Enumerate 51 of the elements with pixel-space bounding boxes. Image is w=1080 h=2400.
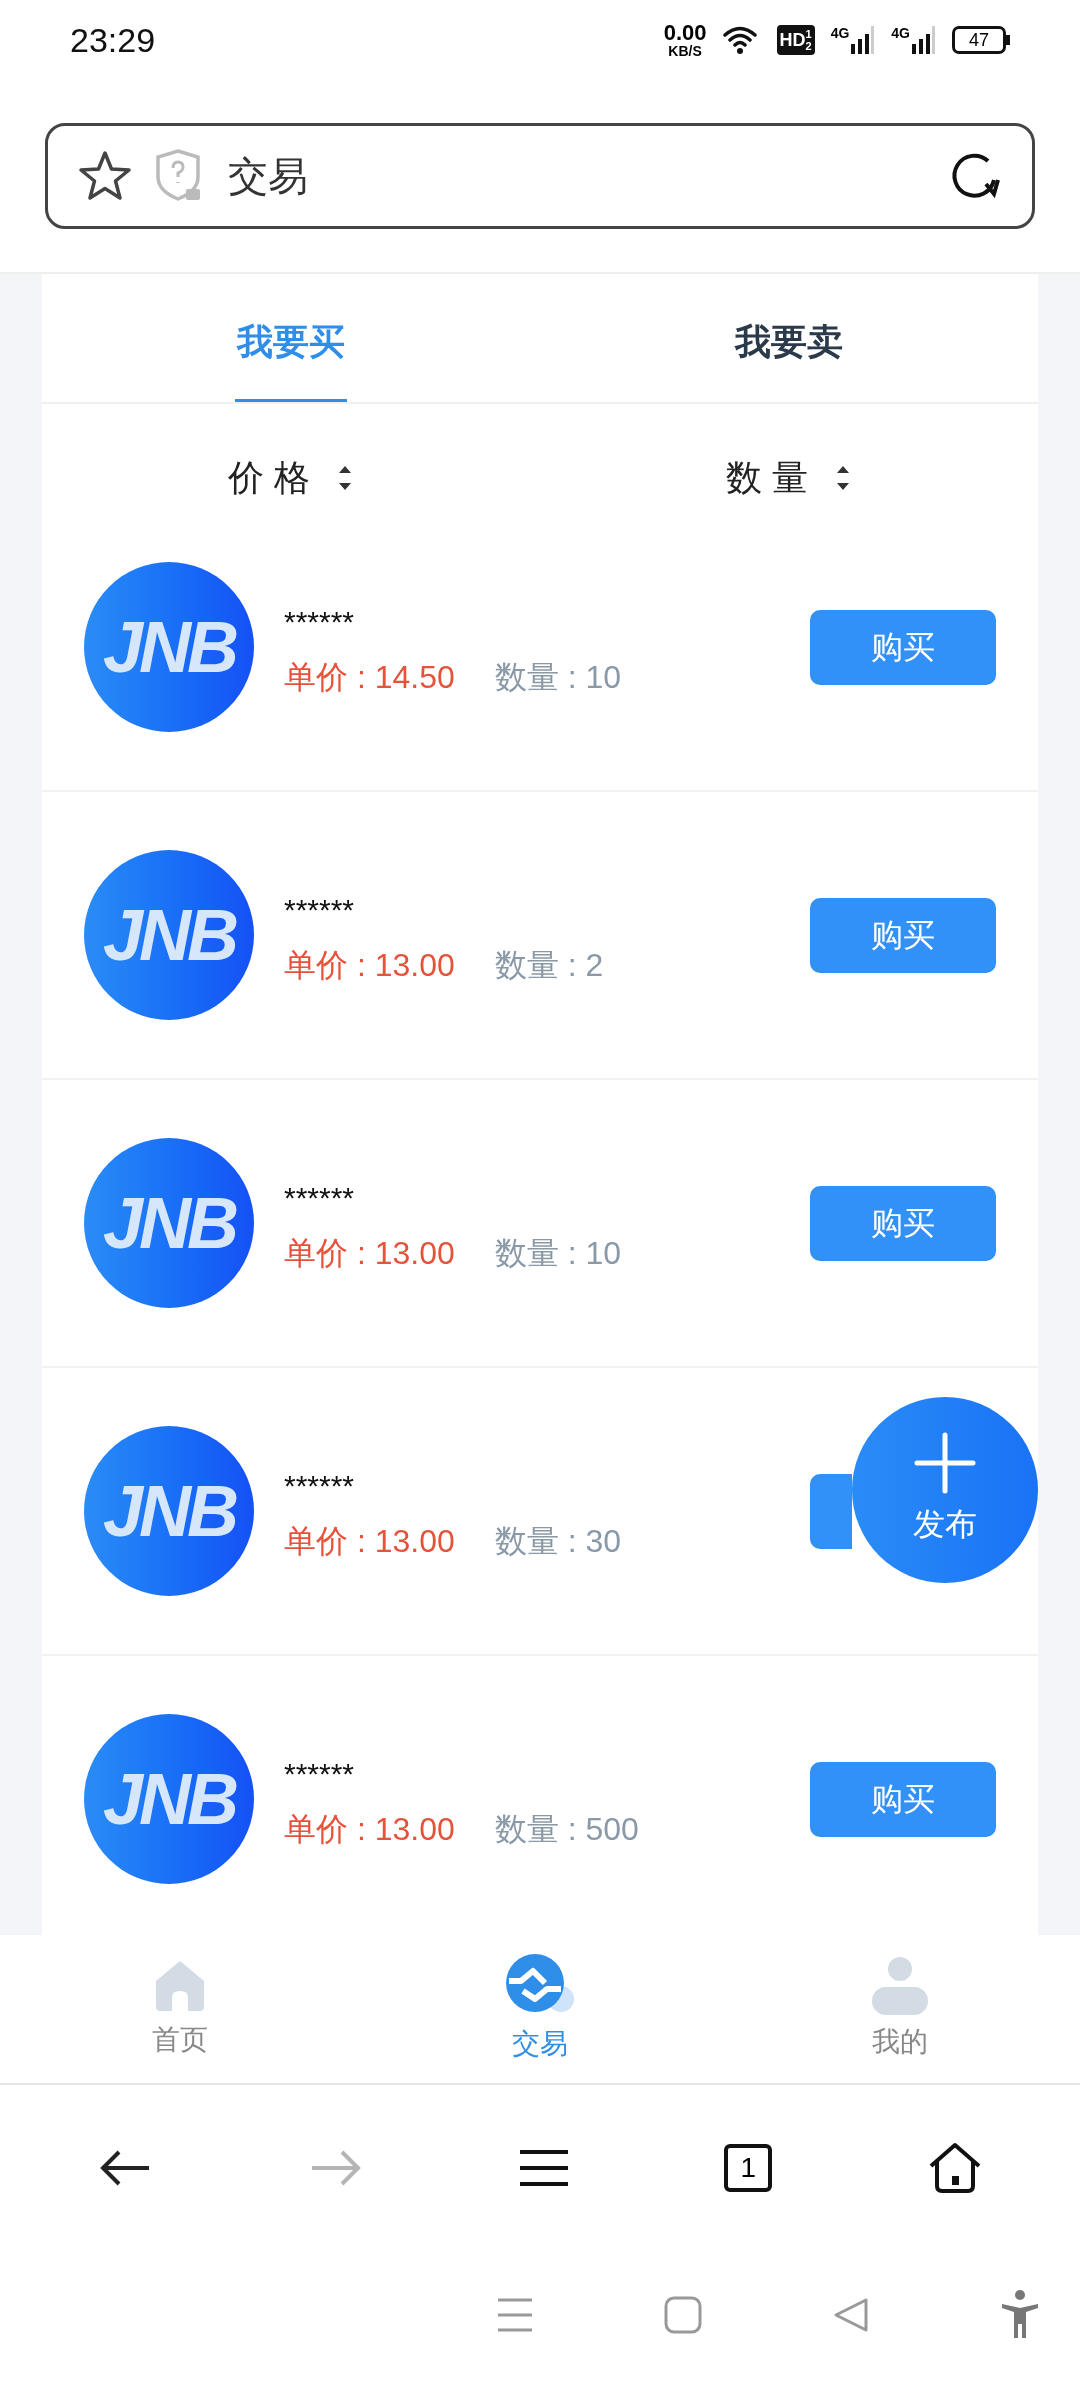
coin-logo: JNB — [84, 562, 254, 732]
status-time: 23:29 — [70, 19, 156, 61]
sort-label[interactable]: 数 量 — [726, 451, 808, 505]
quantity: 数量 : 500 — [494, 1810, 639, 1849]
buy-button[interactable]: 购买 — [810, 609, 996, 685]
buy-button[interactable]: 购买 — [810, 1185, 996, 1261]
star-icon[interactable] — [78, 150, 132, 202]
network-speed-unit: KB/S — [668, 44, 702, 58]
address-bar[interactable]: 交易 — [45, 123, 1035, 229]
signal-icon — [912, 26, 936, 54]
buy-button[interactable]: 购买 — [810, 897, 996, 973]
buy-button[interactable]: 购买 — [810, 1761, 996, 1837]
unit-price: 单价 : 13.00 — [284, 946, 455, 985]
nav-tab[interactable]: 首页 — [0, 1935, 360, 2083]
page-title: 交易 — [228, 153, 309, 200]
person-icon — [872, 1955, 928, 2015]
battery-indicator: 47 — [952, 26, 1006, 54]
quantity: 数量 : 2 — [494, 946, 604, 985]
plus-icon — [914, 1432, 976, 1494]
seller-name: ****** — [284, 1759, 356, 1789]
tab-count[interactable]: 1 — [724, 2143, 773, 2192]
unit-price: 单价 : 13.00 — [284, 1522, 455, 1561]
nav-tab[interactable]: 我的 — [720, 1935, 1080, 2083]
nav-tab[interactable]: 交易 — [360, 1935, 720, 2083]
coin-logo: JNB — [84, 1426, 254, 1596]
unit-price: 单价 : 13.00 — [284, 1810, 455, 1849]
network-speed: 0.00 — [663, 22, 707, 44]
tab[interactable]: 我要买 — [235, 274, 347, 402]
sort-label[interactable]: 价 格 — [228, 451, 310, 505]
menu-icon[interactable] — [517, 2148, 570, 2187]
seller-name: ****** — [284, 607, 356, 637]
quantity: 数量 : 10 — [494, 658, 621, 697]
home-button-icon[interactable] — [664, 2296, 702, 2334]
accessibility-icon[interactable] — [1000, 2290, 1040, 2340]
network-type: 4G — [891, 26, 910, 40]
recents-icon[interactable] — [496, 2297, 534, 2333]
unit-price: 单价 : 14.50 — [284, 658, 455, 697]
quantity: 数量 : 30 — [494, 1522, 621, 1561]
buy-button[interactable] — [810, 1473, 852, 1549]
seller-name: ****** — [284, 895, 356, 925]
coin-logo: JNB — [84, 1138, 254, 1308]
seller-name: ****** — [284, 1183, 356, 1213]
signal-icon — [851, 26, 876, 54]
back-button-icon[interactable] — [832, 2296, 870, 2334]
coin-logo: JNB — [84, 850, 254, 1020]
unit-price: 单价 : 13.00 — [284, 1234, 455, 1273]
tab[interactable]: 我要卖 — [733, 274, 845, 402]
seller-name: ****** — [284, 1471, 356, 1501]
quantity: 数量 : 10 — [494, 1234, 621, 1273]
network-type: 4G — [830, 26, 850, 40]
coin-logo: JNB — [84, 1714, 254, 1884]
